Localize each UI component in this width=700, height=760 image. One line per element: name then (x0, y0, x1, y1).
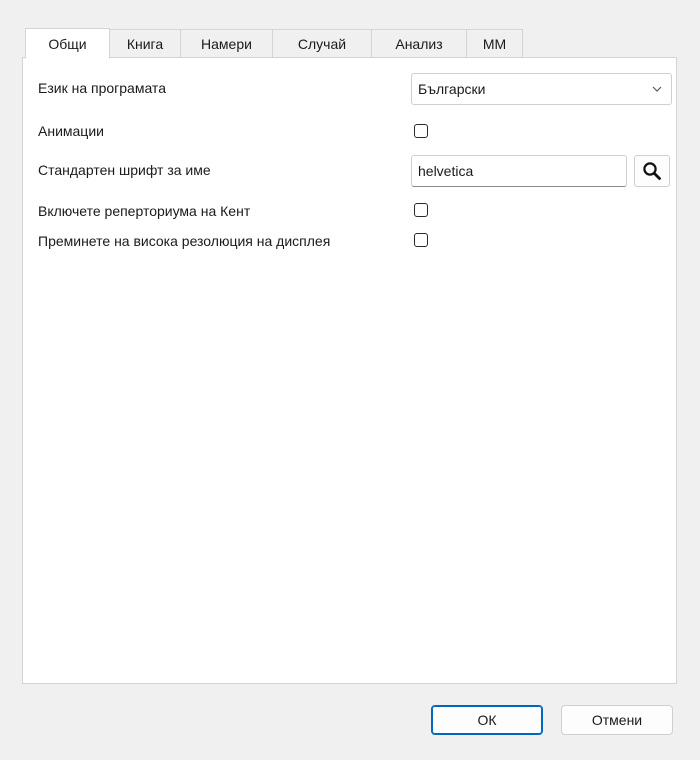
ok-button[interactable]: ОК (431, 705, 543, 735)
font-search-button[interactable] (634, 155, 670, 187)
cancel-button-label: Отмени (591, 712, 643, 728)
tab-general-label: Общи (48, 35, 87, 52)
search-icon (643, 162, 661, 180)
language-label: Език на програмата (38, 80, 166, 96)
default-font-value: helvetica (418, 163, 474, 179)
kent-repertory-checkbox[interactable] (414, 203, 428, 217)
kent-repertory-label: Включете реперториума на Кент (38, 203, 251, 219)
language-select[interactable]: Български (411, 73, 672, 105)
high-resolution-label: Преминете на висока резолюция на дисплея (38, 233, 331, 249)
tab-case[interactable]: Случай (273, 29, 372, 58)
chevron-down-icon (652, 86, 662, 92)
tab-bar: Общи Книга Намери Случай Анализ ММ (25, 27, 523, 59)
general-tab-panel: Език на програмата Български Анимации Ст… (22, 57, 677, 684)
settings-dialog: Общи Книга Намери Случай Анализ ММ Език … (0, 0, 700, 760)
tab-book[interactable]: Книга (110, 29, 181, 58)
animations-label: Анимации (38, 123, 104, 139)
animations-checkbox[interactable] (414, 124, 428, 138)
language-select-value: Български (418, 81, 486, 97)
tab-analysis-label: Анализ (395, 36, 443, 52)
default-font-label: Стандартен шрифт за име (38, 162, 211, 178)
tab-find[interactable]: Намери (181, 29, 273, 58)
tab-mm[interactable]: ММ (467, 29, 523, 58)
tab-find-label: Намери (201, 36, 252, 52)
tab-case-label: Случай (297, 36, 347, 52)
tab-book-label: Книга (126, 36, 164, 52)
default-font-input[interactable]: helvetica (411, 155, 627, 187)
tab-analysis[interactable]: Анализ (372, 29, 467, 58)
high-resolution-checkbox[interactable] (414, 233, 428, 247)
cancel-button[interactable]: Отмени (561, 705, 673, 735)
tab-general[interactable]: Общи (25, 28, 110, 59)
ok-button-label: ОК (477, 712, 497, 728)
tab-mm-label: ММ (482, 36, 507, 52)
